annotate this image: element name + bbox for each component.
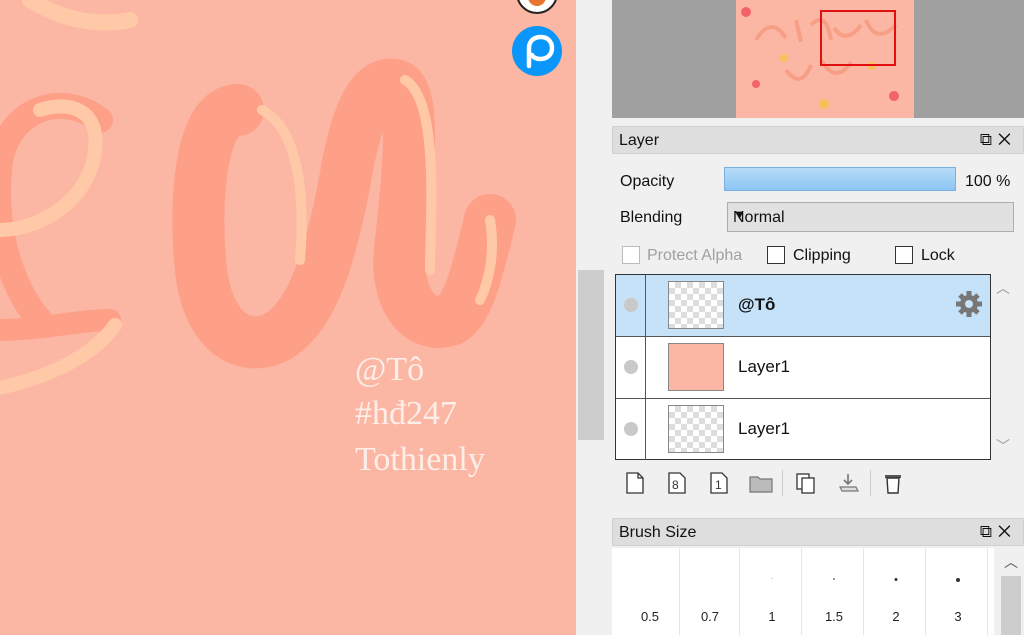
navigator-thumbnail[interactable] — [736, 0, 914, 118]
brush-dot — [894, 578, 897, 581]
dropdown-arrow-icon: ▼ — [733, 207, 746, 222]
blending-select[interactable]: Normal ▼ — [727, 202, 1014, 232]
watermark-line-2: #hđ247 — [355, 395, 457, 432]
pixiv-p-glyph — [526, 34, 555, 69]
visibility-dot-icon — [624, 298, 638, 312]
brush-panel-title: Brush Size — [619, 524, 697, 541]
new-1bit-layer-icon[interactable]: 1 — [704, 468, 734, 498]
opacity-value: 100 % — [965, 173, 1011, 190]
visibility-dot-icon — [624, 360, 638, 374]
blending-label: Blending — [620, 209, 683, 226]
merge-down-icon[interactable] — [832, 468, 862, 498]
layer-panel-titlebar: Layer ⧉✕ — [612, 126, 1024, 154]
restore-icon[interactable]: ⧉ — [980, 130, 998, 149]
drawing-canvas[interactable]: @Tô #hđ247 Tothienly — [0, 0, 576, 635]
canvas-scrollbar[interactable] — [576, 0, 606, 635]
watermark-line-1: @Tô — [355, 351, 425, 388]
scroll-down-icon[interactable]: ﹀ — [996, 436, 1010, 456]
clipping-checkbox[interactable] — [767, 246, 785, 264]
clipping-label: Clipping — [793, 247, 851, 264]
close-icon[interactable]: ✕ — [998, 130, 1017, 149]
navigator-view[interactable] — [612, 0, 1024, 118]
scroll-up-icon[interactable]: ︿ — [1004, 552, 1018, 572]
brush-dot — [955, 578, 960, 582]
visibility-toggle[interactable] — [616, 275, 646, 336]
pixiv-p-icon[interactable] — [512, 26, 562, 76]
brush-size-label: 0.5 — [640, 609, 660, 624]
visibility-toggle[interactable] — [616, 399, 646, 460]
lock-label: Lock — [921, 247, 955, 264]
brush-scrollbar[interactable]: ︿ — [998, 548, 1024, 635]
watermark-line-3: Tothienly — [355, 441, 485, 478]
trash-icon[interactable] — [878, 468, 908, 498]
canvas-artwork — [0, 0, 516, 396]
folder-icon[interactable] — [744, 468, 774, 498]
protect-alpha-label: Protect Alpha — [647, 247, 743, 264]
layer-thumbnail — [668, 405, 724, 453]
layer-row-1[interactable]: @Tô — [616, 275, 990, 337]
scroll-up-icon[interactable]: ︿ — [996, 278, 1010, 298]
gear-icon[interactable] — [954, 289, 984, 319]
restore-icon[interactable]: ⧉ — [980, 522, 998, 541]
layer-list[interactable]: @Tô Layer1 Layer1 — [615, 274, 991, 460]
layer-name: Layer1 — [738, 357, 790, 376]
brush-size-label: 1.5 — [824, 609, 844, 624]
protect-alpha-checkbox[interactable] — [622, 246, 640, 264]
svg-text:8: 8 — [672, 478, 679, 492]
lock-checkbox[interactable] — [895, 246, 913, 264]
canvas-scroll-thumb[interactable] — [578, 270, 604, 440]
brush-size-label: 3 — [954, 609, 962, 624]
brush-size-cell[interactable]: 2 — [866, 548, 926, 635]
brush-dot — [771, 578, 772, 579]
brush-size-cell[interactable]: 0.5 — [620, 548, 680, 635]
new-layer-icon[interactable] — [620, 468, 650, 498]
layer-name: @Tô — [738, 295, 776, 314]
brush-size-label: 0.7 — [700, 609, 720, 624]
layer-row-2[interactable]: Layer1 — [616, 337, 990, 399]
layer-thumbnail — [668, 281, 724, 329]
brush-dot — [832, 578, 835, 580]
svg-text:1: 1 — [715, 478, 722, 492]
copy-layer-icon[interactable] — [790, 468, 820, 498]
brush-size-cell[interactable]: 1.5 — [804, 548, 864, 635]
layer-panel-title: Layer — [619, 132, 660, 149]
opacity-slider[interactable] — [724, 167, 956, 191]
brush-size-cell[interactable]: 3 — [928, 548, 988, 635]
brush-size-cell[interactable]: 0.7 — [680, 548, 740, 635]
brush-scroll-thumb[interactable] — [1001, 576, 1021, 635]
brush-size-label: 1 — [768, 609, 776, 624]
new-8bit-layer-icon[interactable]: 8 — [662, 468, 692, 498]
navigator-viewport-rect[interactable] — [820, 10, 896, 66]
brush-size-label: 2 — [892, 609, 900, 624]
right-panel: Layer ⧉✕ Opacity 100 % Blending Normal ▼… — [606, 0, 1024, 635]
opacity-label: Opacity — [620, 173, 675, 190]
brush-panel-titlebar: Brush Size ⧉✕ — [612, 518, 1024, 546]
visibility-toggle[interactable] — [616, 337, 646, 398]
layer-row-3[interactable]: Layer1 — [616, 399, 990, 461]
brush-size-grid[interactable]: 0.5 0.7 1 1.5 2 3 — [612, 548, 994, 635]
layer-thumbnail — [668, 343, 724, 391]
brush-size-cell[interactable]: 1 — [742, 548, 802, 635]
close-icon[interactable]: ✕ — [998, 522, 1017, 541]
visibility-dot-icon — [624, 422, 638, 436]
layer-name: Layer1 — [738, 419, 790, 438]
